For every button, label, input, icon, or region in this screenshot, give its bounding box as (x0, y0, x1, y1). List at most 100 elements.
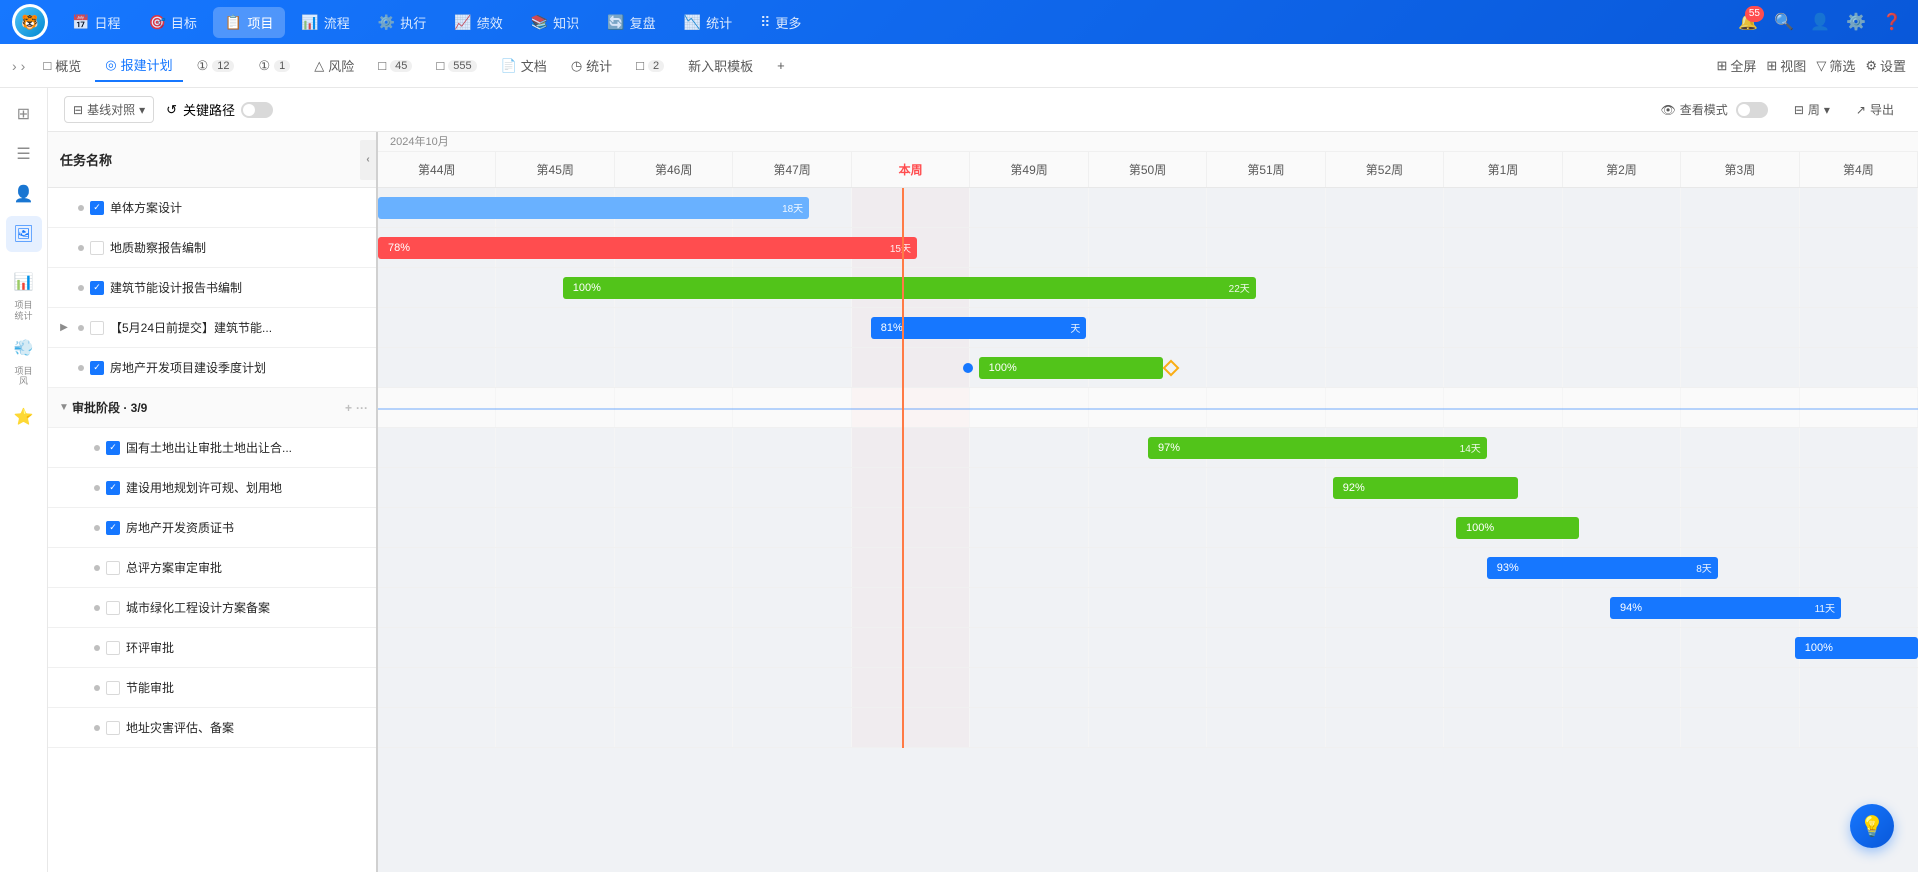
col-bg-6-12 (1800, 428, 1918, 467)
nav-item-schedule[interactable]: 📅 日程 (60, 7, 132, 38)
checkbox-2[interactable]: ✓ (90, 281, 104, 295)
tab-count-45[interactable]: □ 45 (368, 52, 422, 79)
app-logo[interactable]: 🐯 (12, 4, 48, 40)
nav-item-project[interactable]: 📋 项目 (213, 7, 285, 38)
checkbox-7[interactable]: ✓ (106, 481, 120, 495)
col-bg-8-11 (1681, 508, 1799, 547)
nav-item-execute[interactable]: ⚙️ 执行 (366, 7, 438, 38)
tab-overview[interactable]: □ 概览 (33, 50, 91, 81)
nav-item-performance[interactable]: 📈 绩效 (442, 7, 514, 38)
bar-label-1: 78% (388, 242, 410, 254)
expand-btn-13[interactable] (72, 720, 88, 736)
sidebar-icon-project-risk[interactable]: 💨 (6, 330, 42, 366)
tab-count-1[interactable]: ① 1 (248, 52, 300, 80)
checkbox-9[interactable] (106, 561, 120, 575)
export-icon: ↗ (1856, 103, 1866, 117)
fullscreen-button[interactable]: ⊞ 全屏 (1716, 56, 1756, 75)
expand-btn-1[interactable] (56, 240, 72, 256)
nav-expand-icon[interactable]: › (12, 58, 17, 74)
tab-risk[interactable]: △ 风险 (304, 50, 364, 81)
expand-btn-11[interactable] (72, 640, 88, 656)
gantt-bar-1[interactable]: 78%15天 (378, 237, 917, 259)
col-bg-8-7 (1207, 508, 1325, 547)
expand-btn-phase[interactable]: ▼ (56, 400, 72, 416)
checkbox-4[interactable]: ✓ (90, 361, 104, 375)
search-button[interactable]: 🔍 (1770, 8, 1798, 36)
col-bg-13-6 (1089, 708, 1207, 747)
sidebar-icon-star[interactable]: ⭐ (6, 399, 42, 435)
phase-add-btn[interactable]: + (345, 401, 352, 415)
task-row-1: 地质勘察报告编制 (48, 228, 376, 268)
sidebar-icon-image[interactable]: 🖼 (6, 216, 42, 252)
nav-item-goal[interactable]: 🎯 目标 (136, 7, 208, 38)
gantt-bar-5[interactable]: 97%14天 (1148, 437, 1487, 459)
floating-action-button[interactable]: 💡 (1850, 804, 1894, 848)
checkbox-0[interactable]: ✓ (90, 201, 104, 215)
gantt-bar-6[interactable]: 92% (1333, 477, 1518, 499)
expand-btn-9[interactable] (72, 560, 88, 576)
gantt-bar-4[interactable]: 100% (979, 357, 1164, 379)
gantt-bar-0[interactable]: 18天 (378, 197, 809, 219)
checkbox-1[interactable] (90, 241, 104, 255)
col-bg-12-0 (378, 668, 496, 707)
expand-btn-0[interactable] (56, 200, 72, 216)
phase-more-btn[interactable]: ··· (356, 401, 368, 415)
gantt-bar-7[interactable]: 100% (1456, 517, 1579, 539)
expand-btn-3[interactable]: ▶ (56, 320, 72, 336)
expand-btn-8[interactable] (72, 520, 88, 536)
sidebar-icon-project-stats[interactable]: 📊 (6, 264, 42, 300)
task-list-collapse[interactable]: ‹ (360, 140, 376, 180)
nav-item-review[interactable]: 🔄 复盘 (595, 7, 667, 38)
nav-item-stats[interactable]: 📉 统计 (672, 7, 744, 38)
notification-button[interactable]: 🔔 55 (1734, 8, 1762, 36)
tab-count-555[interactable]: □ 555 (426, 52, 486, 79)
view-button[interactable]: ⊞ 视图 (1766, 56, 1806, 75)
view-mode-button[interactable]: 👁 查看模式 (1653, 97, 1776, 122)
tab-count-12[interactable]: ① 12 (187, 52, 245, 80)
task-row-9: 总评方案审定审批 (48, 548, 376, 588)
tab-count-2[interactable]: □ 2 (626, 52, 674, 79)
checkbox-6[interactable]: ✓ (106, 441, 120, 455)
checkbox-13[interactable] (106, 721, 120, 735)
settings-button[interactable]: ⚙️ (1842, 8, 1870, 36)
checkbox-11[interactable] (106, 641, 120, 655)
gantt-bar-8[interactable]: 93%8天 (1487, 557, 1718, 579)
tab-document[interactable]: 📄 文档 (491, 50, 557, 81)
help-button[interactable]: ❓ (1878, 8, 1906, 36)
nav-item-knowledge[interactable]: 📚 知识 (519, 7, 591, 38)
tab-template[interactable]: 新入职模板 (678, 50, 763, 81)
expand-btn-10[interactable] (72, 600, 88, 616)
sidebar-icon-list[interactable]: ☰ (6, 136, 42, 172)
nav-item-process[interactable]: 📊 流程 (289, 7, 361, 38)
export-button[interactable]: ↗ 导出 (1848, 97, 1902, 122)
tab-statistics[interactable]: ◷ 统计 (561, 50, 622, 81)
gantt-chart[interactable]: 2024年10月 第44周第45周第46周第47周本周第49周第50周第51周第… (378, 132, 1918, 872)
critical-path-toggle[interactable] (241, 102, 273, 118)
col-bg-10-1 (496, 588, 614, 627)
col-bg-6-10 (1563, 428, 1681, 467)
statistics-icon: ◷ (571, 58, 582, 74)
checkbox-10[interactable] (106, 601, 120, 615)
user-button[interactable]: 👤 (1806, 8, 1834, 36)
checkbox-12[interactable] (106, 681, 120, 695)
expand-btn-6[interactable] (72, 440, 88, 456)
baseline-compare-button[interactable]: ⊟ 基线对照 ▾ (64, 96, 154, 123)
settings-gear-button[interactable]: ⚙ 设置 (1865, 56, 1906, 75)
checkbox-3[interactable] (90, 321, 104, 335)
gantt-bar-10[interactable]: 100% (1795, 637, 1918, 659)
gantt-bar-9[interactable]: 94%11天 (1610, 597, 1841, 619)
tab-build-plan[interactable]: ◎ 报建计划 (95, 49, 182, 82)
expand-btn-7[interactable] (72, 480, 88, 496)
gantt-bar-2[interactable]: 100%22天 (563, 277, 1256, 299)
view-mode-toggle[interactable] (1736, 102, 1768, 118)
expand-btn-4[interactable] (56, 360, 72, 376)
filter-button[interactable]: ▽ 筛选 (1816, 56, 1855, 75)
sidebar-icon-user[interactable]: 👤 (6, 176, 42, 212)
expand-btn-2[interactable] (56, 280, 72, 296)
expand-btn-12[interactable] (72, 680, 88, 696)
week-selector-button[interactable]: ⊟ 周 ▾ (1786, 97, 1838, 122)
sidebar-icon-grid[interactable]: ⊞ (6, 96, 42, 132)
checkbox-8[interactable]: ✓ (106, 521, 120, 535)
nav-item-more[interactable]: ⠿ 更多 (748, 7, 813, 38)
tab-add[interactable]: + (767, 52, 795, 79)
